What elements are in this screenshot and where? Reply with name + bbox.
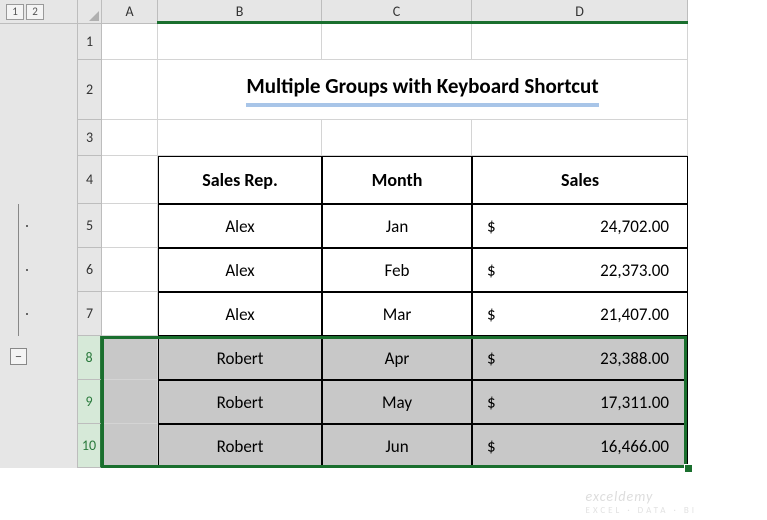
cell-month-9[interactable]: May xyxy=(322,380,472,424)
title-cell[interactable]: Multiple Groups with Keyboard Shortcut xyxy=(158,60,688,120)
row-header-2[interactable]: 2 xyxy=(78,60,102,120)
cell-rep-5[interactable]: Alex xyxy=(158,204,322,248)
cell-c1[interactable] xyxy=(322,24,472,60)
column-header-a[interactable]: A xyxy=(102,0,158,24)
currency-symbol: $ xyxy=(487,304,496,325)
currency-symbol: $ xyxy=(487,348,496,369)
column-header-c[interactable]: C xyxy=(322,0,472,24)
cell-b1[interactable] xyxy=(158,24,322,60)
row-header-8[interactable]: 8 xyxy=(78,336,102,380)
watermark-sub: EXCEL · DATA · BI xyxy=(586,505,697,516)
watermark-main: exceldemy xyxy=(586,488,654,505)
column-header-b[interactable]: B xyxy=(158,0,322,24)
row-header-6[interactable]: 6 xyxy=(78,248,102,292)
outline-gutter xyxy=(0,156,78,204)
outline-gutter xyxy=(0,292,78,336)
cell-month-7[interactable]: Mar xyxy=(322,292,472,336)
header-month[interactable]: Month xyxy=(322,156,472,204)
sales-value: 23,388.00 xyxy=(600,348,669,369)
header-sales-rep[interactable]: Sales Rep. xyxy=(158,156,322,204)
cell-rep-8[interactable]: Robert xyxy=(158,336,322,380)
cell-b3[interactable] xyxy=(158,120,322,156)
spreadsheet-grid: 1 2 A B C D 1 2 Multiple Groups with Key… xyxy=(0,0,688,468)
outline-gutter xyxy=(0,204,78,248)
sales-value: 24,702.00 xyxy=(600,216,669,237)
cell-sales-6[interactable]: $ 22,373.00 xyxy=(472,248,688,292)
cell-a9[interactable] xyxy=(102,380,158,424)
cell-a2[interactable] xyxy=(102,60,158,120)
sales-value: 17,311.00 xyxy=(600,392,669,413)
currency-symbol: $ xyxy=(487,392,496,413)
cell-sales-9[interactable]: $ 17,311.00 xyxy=(472,380,688,424)
sales-value: 22,373.00 xyxy=(600,260,669,281)
column-header-d[interactable]: D xyxy=(472,0,688,24)
cell-a8[interactable] xyxy=(102,336,158,380)
outline-level-1[interactable]: 1 xyxy=(6,4,24,20)
cell-a3[interactable] xyxy=(102,120,158,156)
row-header-1[interactable]: 1 xyxy=(78,24,102,60)
cell-rep-10[interactable]: Robert xyxy=(158,424,322,468)
outline-level-selector[interactable]: 1 2 xyxy=(0,0,78,24)
outline-gutter xyxy=(0,380,78,424)
row-header-4[interactable]: 4 xyxy=(78,156,102,204)
sales-value: 16,466.00 xyxy=(600,436,669,457)
row-header-9[interactable]: 9 xyxy=(78,380,102,424)
row-header-10[interactable]: 10 xyxy=(78,424,102,468)
selection-handle[interactable] xyxy=(684,464,693,473)
cell-sales-10[interactable]: $ 16,466.00 xyxy=(472,424,688,468)
cell-rep-9[interactable]: Robert xyxy=(158,380,322,424)
watermark: exceldemy EXCEL · DATA · BI xyxy=(586,488,697,516)
title-text: Multiple Groups with Keyboard Shortcut xyxy=(246,73,598,107)
cell-rep-7[interactable]: Alex xyxy=(158,292,322,336)
cell-a6[interactable] xyxy=(102,248,158,292)
outline-gutter xyxy=(0,424,78,468)
select-all-cells[interactable] xyxy=(78,0,102,24)
currency-symbol: $ xyxy=(487,216,496,237)
cell-rep-6[interactable]: Alex xyxy=(158,248,322,292)
cell-d3[interactable] xyxy=(472,120,688,156)
cell-month-10[interactable]: Jun xyxy=(322,424,472,468)
outline-gutter: − xyxy=(0,336,78,380)
outline-gutter xyxy=(0,120,78,156)
outline-level-2[interactable]: 2 xyxy=(26,4,44,20)
cell-sales-7[interactable]: $ 21,407.00 xyxy=(472,292,688,336)
currency-symbol: $ xyxy=(487,436,496,457)
cell-sales-5[interactable]: $ 24,702.00 xyxy=(472,204,688,248)
cell-month-6[interactable]: Feb xyxy=(322,248,472,292)
cell-a1[interactable] xyxy=(102,24,158,60)
row-header-3[interactable]: 3 xyxy=(78,120,102,156)
sales-value: 21,407.00 xyxy=(600,304,669,325)
cell-month-8[interactable]: Apr xyxy=(322,336,472,380)
currency-symbol: $ xyxy=(487,260,496,281)
row-header-5[interactable]: 5 xyxy=(78,204,102,248)
cell-month-5[interactable]: Jan xyxy=(322,204,472,248)
cell-c3[interactable] xyxy=(322,120,472,156)
row-header-7[interactable]: 7 xyxy=(78,292,102,336)
cell-a4[interactable] xyxy=(102,156,158,204)
header-sales[interactable]: Sales xyxy=(472,156,688,204)
cell-a7[interactable] xyxy=(102,292,158,336)
collapse-group-icon[interactable]: − xyxy=(10,348,27,365)
cell-sales-8[interactable]: $ 23,388.00 xyxy=(472,336,688,380)
outline-gutter xyxy=(0,60,78,120)
outline-gutter xyxy=(0,248,78,292)
outline-gutter xyxy=(0,24,78,60)
cell-a10[interactable] xyxy=(102,424,158,468)
cell-a5[interactable] xyxy=(102,204,158,248)
cell-d1[interactable] xyxy=(472,24,688,60)
